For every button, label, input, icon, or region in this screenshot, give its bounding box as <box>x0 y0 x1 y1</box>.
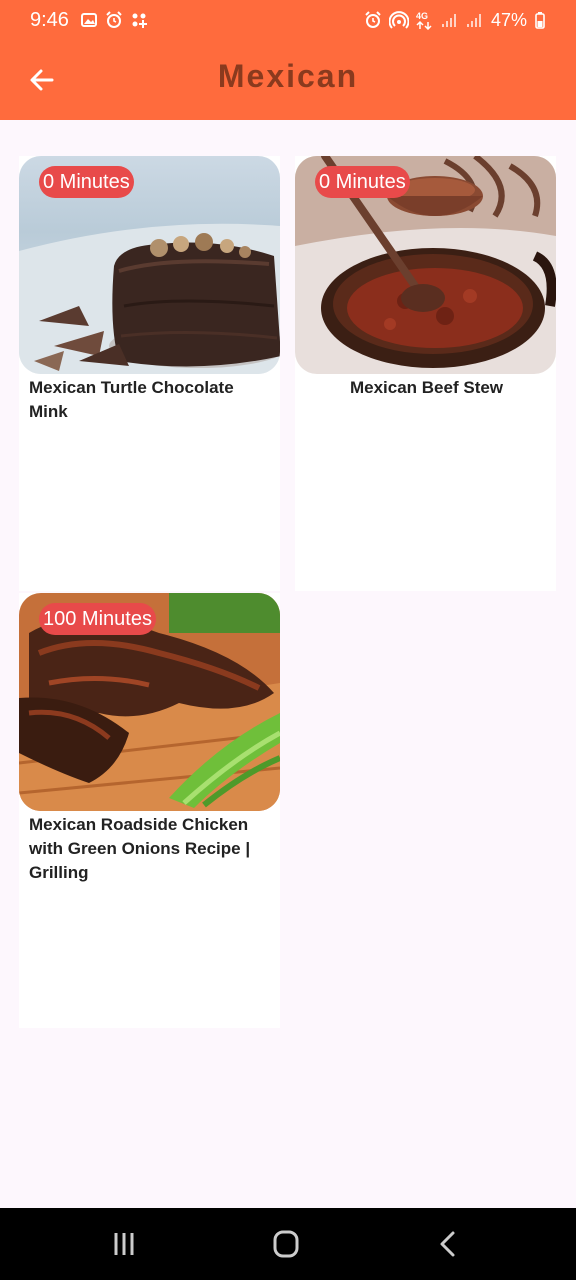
recents-button[interactable] <box>106 1228 142 1260</box>
recipe-image: 0 Minutes <box>295 156 556 374</box>
recipe-title: Mexican Roadside Chicken with Green Onio… <box>29 815 251 882</box>
battery-percentage: 47% <box>490 9 527 30</box>
recipe-card[interactable]: 0 Minutes Mexican Beef Stew <box>295 156 556 591</box>
recipe-image: 0 Minutes <box>19 156 280 374</box>
back-icon <box>440 1231 455 1257</box>
signal-icon <box>441 14 456 27</box>
hotspot-icon <box>388 11 409 29</box>
duration-badge: 0 Minutes <box>315 166 410 198</box>
status-bar: 9:46 4G 47% <box>0 0 576 40</box>
svg-text:4G: 4G <box>416 11 428 21</box>
alarm-icon <box>365 11 381 28</box>
system-nav-bar <box>0 1208 576 1280</box>
duration-badge: 100 Minutes <box>39 603 156 635</box>
recipe-image: 100 Minutes <box>19 593 280 811</box>
alarm-icon <box>106 11 122 28</box>
clock: 9:46 <box>30 8 69 31</box>
4g-icon: 4G <box>416 11 432 30</box>
recipe-card[interactable]: 100 Minutes Mexican Roadside Chicken wit… <box>19 593 280 1028</box>
recipe-card[interactable]: 0 Minutes Mexican Turtle Chocolate Mink <box>19 156 280 591</box>
battery-icon <box>535 12 545 29</box>
home-icon <box>273 1230 299 1258</box>
page-title: Mexican <box>217 58 359 94</box>
back-nav-button[interactable] <box>430 1228 466 1260</box>
recipe-title: Mexican Beef Stew <box>349 378 504 397</box>
grid-icon <box>132 13 147 28</box>
signal-icon <box>466 14 481 27</box>
duration-badge: 0 Minutes <box>39 166 134 198</box>
home-button[interactable] <box>268 1228 304 1260</box>
app-bar: Mexican <box>0 40 576 120</box>
recipe-title: Mexican Turtle Chocolate Mink <box>29 378 234 421</box>
recents-icon <box>114 1233 134 1255</box>
image-icon <box>80 13 97 27</box>
